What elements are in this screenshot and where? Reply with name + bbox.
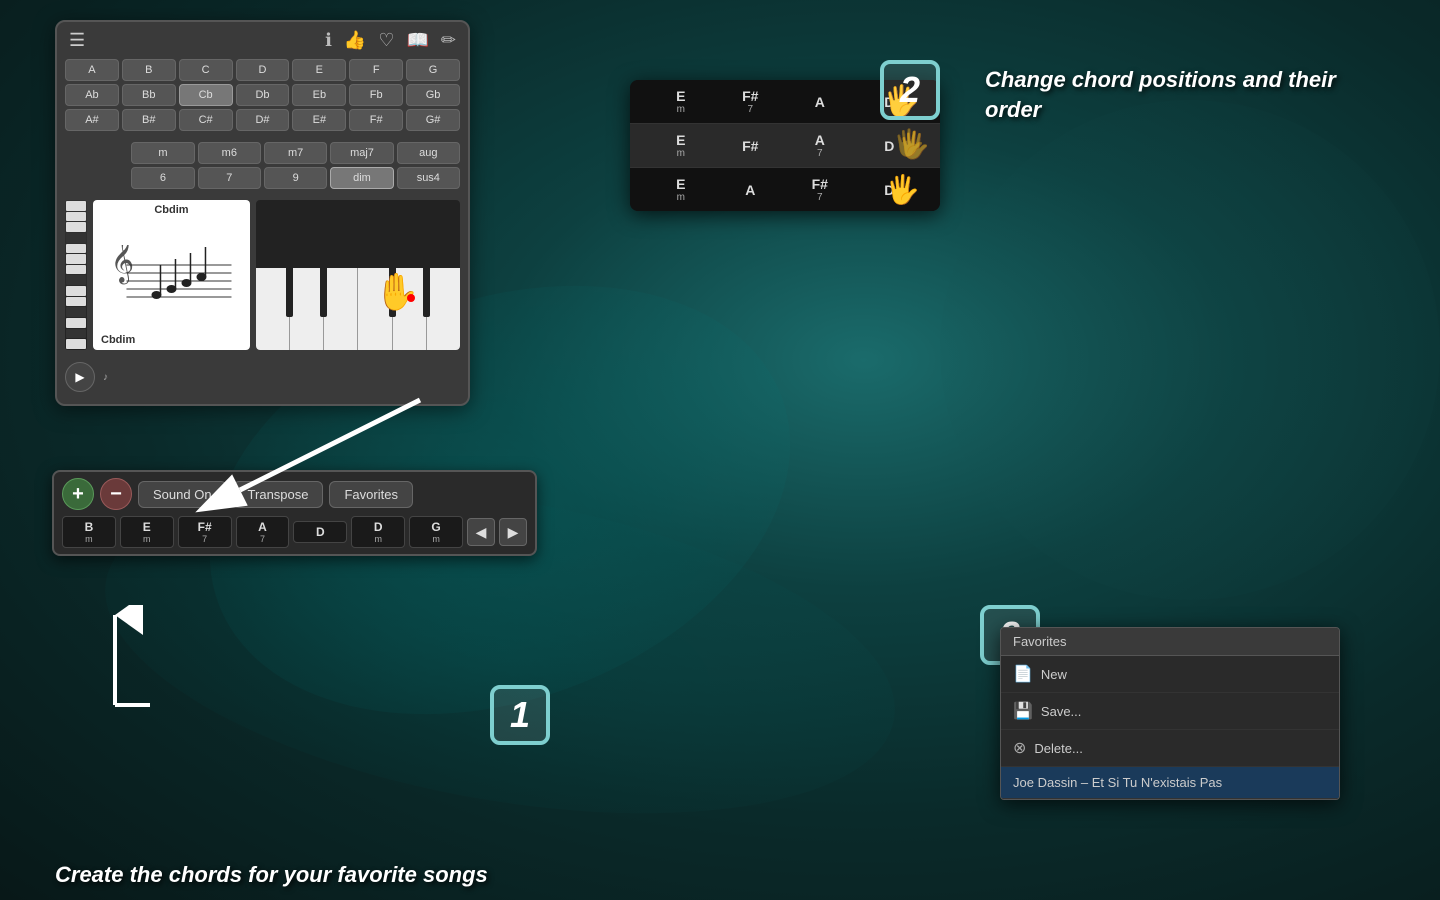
staff-svg: 𝄞 <box>93 245 250 325</box>
key-Fb[interactable]: Fb <box>349 84 403 106</box>
key-Db[interactable]: Db <box>236 84 290 106</box>
chord-cell-4[interactable]: D <box>293 521 347 543</box>
favorites-new[interactable]: 📄 New <box>1001 656 1339 693</box>
step2-text: Change chord positions and their order <box>985 65 1365 124</box>
modifier-row2: 6 7 9 dim sus4 <box>65 167 460 189</box>
mod-9[interactable]: 9 <box>264 167 327 189</box>
chord-name-bottom: Cbdim <box>101 334 135 346</box>
mod-empty2 <box>65 167 128 189</box>
chord-cell-5[interactable]: D m <box>351 516 405 548</box>
chord-bar-top: + − Sound On Transpose Favorites <box>62 478 527 510</box>
step1-text: Create the chords for your favorite song… <box>55 860 488 890</box>
delete-icon: ⊗ <box>1013 738 1026 758</box>
sound-on-button[interactable]: Sound On <box>138 481 227 508</box>
key-Cb[interactable]: Cb <box>179 84 233 106</box>
new-doc-icon: 📄 <box>1013 664 1033 684</box>
favorites-song-label: Joe Dassin – Et Si Tu N'existais Pas <box>1013 775 1222 790</box>
favorites-save-label: Save... <box>1041 704 1081 719</box>
step2-badge-container: 2 <box>880 60 940 120</box>
chord-cell-3[interactable]: A 7 <box>236 516 290 548</box>
heart-icon[interactable]: ♡ <box>378 30 394 51</box>
favorites-save[interactable]: 💾 Save... <box>1001 693 1339 730</box>
key-Esharp[interactable]: E# <box>292 109 346 131</box>
hand-animated-row1b: 🖐 <box>893 127 925 158</box>
step1-badge: 1 <box>490 685 550 745</box>
chord-bar-bottom: B m E m F# 7 A 7 D D m G m ◀ ▶ <box>62 516 527 548</box>
key-C[interactable]: C <box>179 59 233 81</box>
chord-name-top: Cbdim <box>154 204 188 216</box>
mod-7[interactable]: 7 <box>198 167 261 189</box>
key-Bb[interactable]: Bb <box>122 84 176 106</box>
favorites-header: Favorites <box>1001 628 1339 656</box>
app-toolbar: ☰ ℹ 👍 ♡ 📖 ✏ <box>65 30 460 51</box>
mod-aug[interactable]: aug <box>397 142 460 164</box>
key-Fsharp[interactable]: F# <box>349 109 403 131</box>
mod-sus4[interactable]: sus4 <box>397 167 460 189</box>
favorites-panel: Favorites 📄 New 💾 Save... ⊗ Delete... Jo… <box>1000 627 1340 800</box>
chord-cell-0[interactable]: B m <box>62 516 116 548</box>
add-chord-button[interactable]: + <box>62 478 94 510</box>
controls-label: ♪ <box>103 372 108 383</box>
key-B[interactable]: B <box>122 59 176 81</box>
mod-empty1 <box>65 142 128 164</box>
mod-maj7[interactable]: maj7 <box>330 142 393 164</box>
natural-keys-row: A B C D E F G <box>65 59 460 81</box>
mod-6[interactable]: 6 <box>131 167 194 189</box>
key-Ab[interactable]: Ab <box>65 84 119 106</box>
mini-keyboard-vertical <box>65 200 87 350</box>
favorites-delete-label: Delete... <box>1034 741 1082 756</box>
mod-m6[interactable]: m6 <box>198 142 261 164</box>
chord-bar: + − Sound On Transpose Favorites B m E m… <box>52 470 537 556</box>
transpose-button[interactable]: Transpose <box>233 481 324 508</box>
play-controls: ▶ ♪ <box>65 358 460 396</box>
app-window: ☰ ℹ 👍 ♡ 📖 ✏ A B C D E F G Ab Bb Cb Db Eb… <box>55 20 470 406</box>
key-D[interactable]: D <box>236 59 290 81</box>
save-icon: 💾 <box>1013 701 1033 721</box>
favorites-button[interactable]: Favorites <box>329 481 412 508</box>
mod-dim[interactable]: dim <box>330 167 393 189</box>
piano-photo-display: 🤚 <box>256 200 460 350</box>
hand-cursor-row2: 🖐 <box>885 173 920 206</box>
key-Eb[interactable]: Eb <box>292 84 346 106</box>
prev-page-button[interactable]: ◀ <box>467 518 495 546</box>
key-Gb[interactable]: Gb <box>406 84 460 106</box>
play-button[interactable]: ▶ <box>65 362 95 392</box>
favorites-new-label: New <box>1041 667 1067 682</box>
flat-keys-row: Ab Bb Cb Db Eb Fb Gb <box>65 84 460 106</box>
hand-on-piano: 🤚 <box>374 271 419 313</box>
modifier-row1: m m6 m7 maj7 aug <box>65 142 460 164</box>
pen-icon[interactable]: ✏ <box>441 30 456 51</box>
chord-cell-1[interactable]: E m <box>120 516 174 548</box>
key-Bsharp[interactable]: B# <box>122 109 176 131</box>
chord-display-area: Cbdim 𝄞 Cbdim <box>65 200 460 350</box>
info-icon[interactable]: ℹ <box>325 30 332 51</box>
mod-m[interactable]: m <box>131 142 194 164</box>
sheet-music-display: Cbdim 𝄞 Cbdim <box>93 200 250 350</box>
like-icon[interactable]: 👍 <box>344 30 366 51</box>
key-Dsharp[interactable]: D# <box>236 109 290 131</box>
remove-chord-button[interactable]: − <box>100 478 132 510</box>
chord-pos-row-1[interactable]: E m F# A 7 D 🖐 🖐 <box>630 124 940 168</box>
chord-pos-row-2[interactable]: E m A F# 7 D 🖐 <box>630 168 940 211</box>
book-icon[interactable]: 📖 <box>406 30 428 51</box>
chord-cell-6[interactable]: G m <box>409 516 463 548</box>
mod-m7[interactable]: m7 <box>264 142 327 164</box>
favorites-song[interactable]: Joe Dassin – Et Si Tu N'existais Pas <box>1001 767 1339 799</box>
next-page-button[interactable]: ▶ <box>499 518 527 546</box>
sharp-keys-row: A# B# C# D# E# F# G# <box>65 109 460 131</box>
key-G[interactable]: G <box>406 59 460 81</box>
key-F[interactable]: F <box>349 59 403 81</box>
upward-arrow <box>100 605 160 725</box>
key-A[interactable]: A <box>65 59 119 81</box>
step1-badge-container: 1 <box>490 685 550 745</box>
chord-cell-2[interactable]: F# 7 <box>178 516 232 548</box>
menu-icon[interactable]: ☰ <box>69 30 85 51</box>
favorites-delete[interactable]: ⊗ Delete... <box>1001 730 1339 767</box>
key-Gsharp[interactable]: G# <box>406 109 460 131</box>
step2-badge: 2 <box>880 60 940 120</box>
key-Csharp[interactable]: C# <box>179 109 233 131</box>
key-Asharp[interactable]: A# <box>65 109 119 131</box>
key-E[interactable]: E <box>292 59 346 81</box>
